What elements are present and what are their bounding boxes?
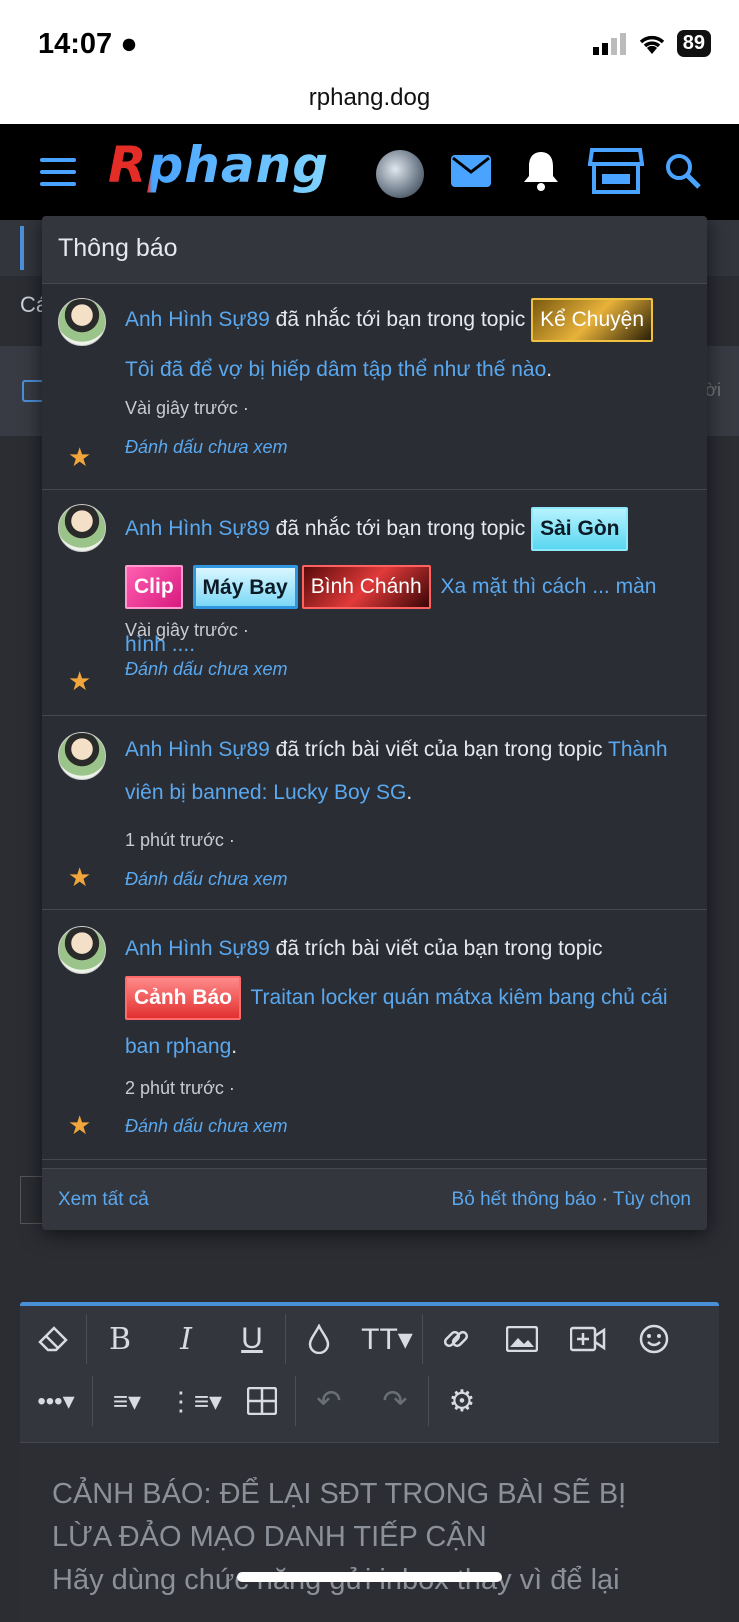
video-icon[interactable]: [555, 1310, 621, 1368]
notification-item[interactable]: ★ Anh Hình Sự89 đã nhắc tới bạn trong to…: [42, 284, 707, 490]
avatar[interactable]: [58, 926, 106, 974]
editor-content[interactable]: CẢNH BÁO: ĐỂ LẠI SĐT TRONG BÀI SẼ BỊ LỪA…: [20, 1442, 719, 1622]
user-link[interactable]: Anh Hình Sự89: [125, 517, 270, 540]
notification-text: Anh Hình Sự89 đã nhắc tới bạn trong topi…: [125, 295, 691, 395]
battery-level: 89: [676, 30, 711, 57]
notification-text: Anh Hình Sự89 đã trích bài viết của bạn …: [125, 738, 668, 804]
list-icon[interactable]: ⋮≡▾: [161, 1372, 229, 1430]
notification-time: Vài giây trước ·: [125, 620, 249, 640]
page-accent-bar: [20, 226, 24, 270]
color-drop-icon[interactable]: [286, 1310, 352, 1368]
toolbar-row-1: B I U TT▾: [20, 1310, 719, 1368]
topic-link[interactable]: Tôi đã để vợ bị hiếp dâm tập thể như thế…: [125, 358, 546, 381]
notification-text: Anh Hình Sự89 đã nhắc tới bạn trong topi…: [125, 500, 691, 674]
store-icon[interactable]: [588, 146, 644, 196]
user-avatar[interactable]: [376, 150, 424, 198]
menu-icon[interactable]: [40, 158, 76, 186]
page-checkbox[interactable]: [22, 380, 44, 402]
align-icon[interactable]: ≡▾: [93, 1372, 161, 1430]
settings-icon[interactable]: ⚙: [429, 1372, 495, 1430]
footer-actions: Bỏ hết thông báo · Tùy chọn: [452, 1189, 691, 1211]
see-all-link[interactable]: Xem tất cả: [58, 1189, 149, 1211]
popup-title: Thông báo: [42, 216, 707, 284]
person-icon: ●: [120, 28, 138, 60]
topic-tag[interactable]: Sài Gòn: [531, 507, 629, 552]
status-icons: 89: [592, 30, 711, 57]
more-icon[interactable]: •••▾: [20, 1372, 92, 1430]
topic-tag[interactable]: Máy Bay: [192, 565, 298, 610]
redo-icon[interactable]: ↷: [362, 1372, 428, 1430]
bell-icon[interactable]: [522, 150, 560, 192]
notification-action: đã trích bài viết của bạn trong topic: [275, 937, 603, 960]
notification-action: đã trích bài viết của bạn trong topic: [275, 738, 603, 761]
notification-action: đã nhắc tới bạn trong topic: [275, 308, 526, 331]
notification-action: đã nhắc tới bạn trong topic: [275, 517, 526, 540]
post-editor: B I U TT▾ •••▾ ≡▾ ⋮≡▾ ↶ ↷ ⚙ CẢNH BÁO: ĐỂ…: [20, 1302, 719, 1622]
topic-tag[interactable]: Kể Chuyện: [531, 298, 654, 343]
star-icon: ★: [68, 862, 92, 892]
user-link[interactable]: Anh Hình Sự89: [125, 738, 270, 761]
image-icon[interactable]: [489, 1310, 555, 1368]
options-link[interactable]: Tùy chọn: [613, 1189, 691, 1210]
notification-item[interactable]: ★ Anh Hình Sự89 đã nhắc tới bạn trong to…: [42, 490, 707, 716]
user-link[interactable]: Anh Hình Sự89: [125, 308, 270, 331]
link-icon[interactable]: [423, 1310, 489, 1368]
star-icon: ★: [68, 666, 92, 696]
toolbar-row-2: •••▾ ≡▾ ⋮≡▾ ↶ ↷ ⚙: [20, 1372, 719, 1430]
mail-icon[interactable]: [450, 154, 492, 188]
user-link[interactable]: Anh Hình Sự89: [125, 937, 270, 960]
popup-footer: Xem tất cả Bỏ hết thông báo · Tùy chọn: [42, 1168, 707, 1230]
notification-time: Vài giây trước ·: [125, 398, 249, 418]
status-time: 14:07 ●: [38, 28, 138, 60]
italic-icon[interactable]: I: [153, 1310, 219, 1368]
site-logo[interactable]: Rphang: [108, 136, 329, 194]
footer-separator: ·: [601, 1189, 608, 1210]
mark-unread-link[interactable]: Đánh dấu chưa xem: [125, 1116, 288, 1137]
topic-tag[interactable]: Cảnh Báo: [125, 976, 242, 1021]
mark-unread-link[interactable]: Đánh dấu chưa xem: [125, 869, 288, 890]
notification-time: 2 phút trước ·: [125, 1078, 235, 1098]
bold-icon[interactable]: B: [87, 1310, 153, 1368]
undo-icon[interactable]: ↶: [296, 1372, 362, 1430]
editor-warning-line-1: CẢNH BÁO: ĐỂ LẠI SĐT TRONG BÀI SẼ BỊ: [52, 1478, 627, 1510]
wifi-icon: [639, 35, 664, 54]
browser-url[interactable]: rphang.dog: [0, 84, 739, 112]
mark-unread-link[interactable]: Đánh dấu chưa xem: [125, 659, 288, 680]
notification-text: Anh Hình Sự89 đã trích bài viết của bạn …: [125, 937, 668, 1058]
notifications-popup: Thông báo ★ Anh Hình Sự89 đã nhắc tới bạ…: [42, 216, 707, 1230]
notification-time: 1 phút trước ·: [125, 830, 235, 850]
status-bar: 14:07 ● 89 rphang.dog: [0, 0, 739, 124]
smiley-icon[interactable]: [621, 1310, 687, 1368]
eraser-icon[interactable]: [20, 1310, 86, 1368]
dismiss-all-link[interactable]: Bỏ hết thông báo: [452, 1189, 597, 1210]
star-icon: ★: [68, 442, 92, 472]
home-indicator: [237, 1572, 502, 1582]
page-partial-right: ời: [705, 380, 721, 400]
notification-item[interactable]: ★ Anh Hình Sự89 đã trích bài viết của bạ…: [42, 910, 707, 1160]
avatar[interactable]: [58, 298, 106, 346]
underline-icon[interactable]: U: [219, 1310, 285, 1368]
search-icon[interactable]: [664, 152, 702, 190]
topic-tag[interactable]: Bình Chánh: [301, 565, 431, 610]
avatar[interactable]: [58, 504, 106, 552]
avatar[interactable]: [58, 732, 106, 780]
mark-unread-link[interactable]: Đánh dấu chưa xem: [125, 437, 288, 458]
star-icon: ★: [68, 1110, 92, 1140]
signal-icon: [592, 32, 626, 55]
text-size-icon[interactable]: TT▾: [352, 1310, 422, 1368]
editor-warning-line-2: LỪA ĐẢO MẠO DANH TIẾP CẬN: [52, 1521, 487, 1553]
notification-item[interactable]: ★ Anh Hình Sự89 đã trích bài viết của bạ…: [42, 716, 707, 910]
topic-tag[interactable]: Clip: [125, 565, 183, 610]
table-icon[interactable]: [229, 1372, 295, 1430]
